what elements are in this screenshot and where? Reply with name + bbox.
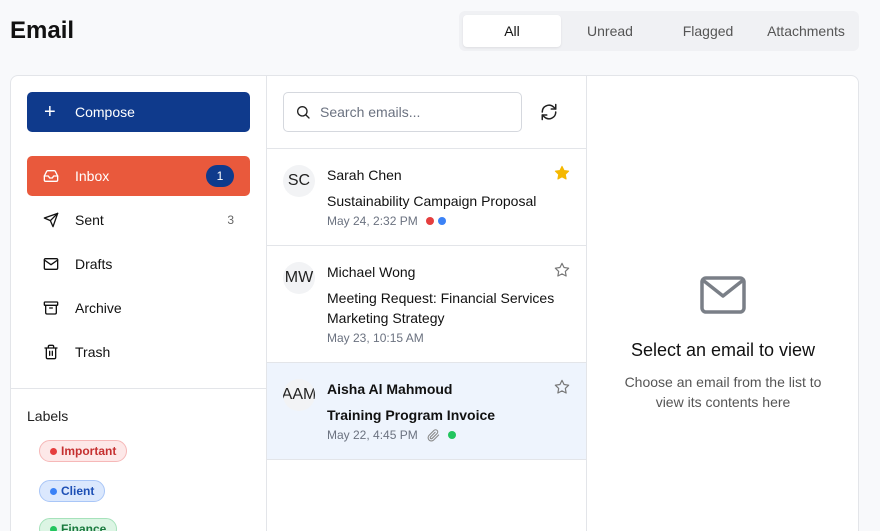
email-subject: Meeting Request: Financial Services Mark… [327, 290, 555, 326]
archive-icon [42, 299, 60, 317]
compose-button[interactable]: + Compose [27, 92, 250, 132]
folder-nav: Inbox 1 Sent 3 Drafts Archive Trash [27, 156, 250, 376]
paperclip-icon [427, 428, 439, 441]
label-important[interactable]: Important [39, 440, 128, 462]
labels-heading: Labels [27, 408, 69, 424]
sidebar-item-sent[interactable]: Sent 3 [27, 200, 250, 240]
star-icon[interactable] [554, 165, 570, 181]
label-indicator-finance [447, 431, 456, 439]
tab-attachments[interactable]: Attachments [757, 15, 855, 47]
email-meta: May 23, 10:15 AM [327, 331, 424, 345]
email-meta: May 24, 2:32 PM [327, 214, 446, 228]
email-date: May 22, 4:45 PM [327, 428, 418, 442]
sidebar: + Compose Inbox 1 Sent 3 Drafts Archive … [11, 76, 267, 531]
email-sender: Michael Wong [327, 264, 416, 280]
inbox-icon [42, 167, 60, 185]
sidebar-item-label: Drafts [75, 256, 113, 272]
mail-icon [700, 276, 746, 314]
label-name: Important [61, 444, 117, 458]
label-client[interactable]: Client [39, 480, 106, 502]
avatar: SC [283, 165, 315, 197]
label-dot [50, 487, 57, 495]
label-indicator-important [425, 217, 434, 225]
sidebar-item-archive[interactable]: Archive [27, 288, 250, 328]
email-row[interactable]: AAM Aisha Al Mahmoud Training Program In… [267, 363, 586, 460]
label-indicator-client [437, 217, 446, 225]
email-sender: Aisha Al Mahmoud [327, 381, 453, 397]
email-subject: Training Program Invoice [327, 407, 496, 423]
email-subject: Sustainability Campaign Proposal [327, 193, 537, 209]
sent-count: 3 [227, 213, 234, 227]
label-dot [50, 525, 57, 531]
email-row[interactable]: SC Sarah Chen Sustainability Campaign Pr… [267, 149, 586, 246]
email-sender: Sarah Chen [327, 167, 402, 183]
sidebar-item-inbox[interactable]: Inbox 1 [27, 156, 250, 196]
empty-state-title: Select an email to view [630, 340, 816, 360]
page-title: Email [10, 17, 75, 44]
tab-unread[interactable]: Unread [561, 15, 659, 47]
mail-icon [42, 255, 60, 273]
mail-panel: + Compose Inbox 1 Sent 3 Drafts Archive … [10, 75, 859, 531]
email-date: May 24, 2:32 PM [327, 214, 418, 228]
email-list-pane: SC Sarah Chen Sustainability Campaign Pr… [267, 76, 587, 531]
sidebar-item-label: Trash [75, 344, 111, 360]
label-name: Finance [61, 522, 107, 531]
unread-count-badge: 1 [206, 165, 234, 187]
email-row[interactable]: MW Michael Wong Meeting Request: Financi… [267, 246, 586, 363]
avatar: AAM [283, 379, 315, 411]
avatar: MW [283, 262, 315, 294]
trash-icon [42, 343, 60, 361]
plus-icon: + [44, 101, 56, 123]
tab-flagged[interactable]: Flagged [659, 15, 757, 47]
email-meta: May 22, 4:45 PM [327, 428, 456, 442]
search-box [283, 92, 522, 132]
sidebar-item-label: Sent [75, 212, 104, 228]
tab-all[interactable]: All [463, 15, 561, 47]
send-icon [42, 211, 60, 229]
star-icon[interactable] [554, 379, 570, 395]
sidebar-item-label: Archive [75, 300, 122, 316]
compose-label: Compose [75, 104, 135, 120]
refresh-icon[interactable] [540, 103, 558, 121]
email-viewer: Select an email to view Choose an email … [587, 76, 858, 531]
sidebar-item-label: Inbox [75, 168, 110, 184]
label-dot [50, 447, 57, 455]
search-input[interactable] [320, 104, 510, 120]
star-icon[interactable] [554, 262, 570, 278]
sidebar-item-drafts[interactable]: Drafts [27, 244, 250, 284]
label-finance[interactable]: Finance [39, 518, 118, 531]
search-icon [297, 106, 310, 119]
sidebar-item-trash[interactable]: Trash [27, 332, 250, 372]
filter-tabs: All Unread Flagged Attachments [459, 11, 859, 51]
label-name: Client [61, 484, 95, 498]
sidebar-divider [11, 388, 267, 389]
email-date: May 23, 10:15 AM [327, 331, 424, 345]
empty-state-description: Choose an email from the list to view it… [624, 374, 822, 410]
